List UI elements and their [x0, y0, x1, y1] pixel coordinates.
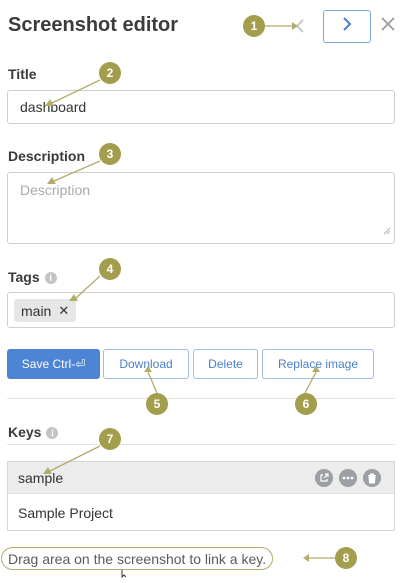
key-project-row: Sample Project [7, 493, 395, 531]
chevron-left-icon [295, 17, 305, 38]
download-button[interactable]: Download [103, 349, 189, 379]
key-name: sample [18, 470, 64, 486]
title-label: Title [8, 66, 37, 82]
section-divider [7, 398, 395, 399]
tag-chip: main ✕ [14, 299, 77, 322]
tag-label: main [21, 302, 52, 319]
title-input-value: dashboard [20, 99, 87, 115]
info-icon: i [46, 427, 59, 439]
tags-label-text: Tags [8, 269, 40, 285]
description-placeholder: Description [20, 182, 91, 198]
callout-badge: 3 [99, 143, 121, 165]
keys-divider [7, 444, 395, 445]
key-row[interactable]: sample [7, 461, 395, 493]
close-icon [381, 16, 395, 36]
page-title: Screenshot editor [8, 14, 179, 36]
tags-label: Tags i [8, 269, 57, 285]
cursor-icon [120, 565, 132, 583]
callout-badge: 5 [146, 393, 168, 415]
callout-badge: 6 [295, 393, 317, 415]
resize-handle-icon[interactable] [383, 222, 391, 240]
more-options-icon[interactable] [339, 469, 357, 487]
close-button[interactable] [378, 14, 398, 38]
callout-badge: 2 [99, 62, 121, 84]
chevron-right-icon [342, 17, 352, 36]
description-textarea[interactable]: Description [7, 172, 395, 244]
info-icon: i [44, 272, 57, 284]
replace-image-button[interactable]: Replace image [262, 349, 374, 379]
tags-input[interactable]: main ✕ [7, 292, 395, 328]
key-project: Sample Project [18, 505, 113, 521]
callout-badge: 8 [335, 547, 357, 569]
delete-button[interactable]: Delete [193, 349, 258, 379]
previous-button[interactable] [290, 16, 310, 38]
open-external-icon[interactable] [315, 469, 333, 487]
save-button[interactable]: Save Ctrl-⏎ [7, 349, 100, 379]
link-key-hint: Drag area on the screenshot to link a ke… [1, 547, 274, 570]
description-label: Description [8, 148, 86, 164]
callout-badge: 7 [99, 428, 121, 450]
trash-icon[interactable] [363, 469, 381, 487]
remove-tag-icon[interactable]: ✕ [58, 303, 69, 319]
callout-badge: 4 [99, 258, 121, 280]
next-button[interactable] [323, 10, 371, 43]
title-input[interactable]: dashboard [7, 90, 395, 124]
keys-label: Keys i [8, 424, 59, 440]
keys-label-text: Keys [8, 424, 42, 440]
callout-badge: 1 [243, 15, 265, 37]
